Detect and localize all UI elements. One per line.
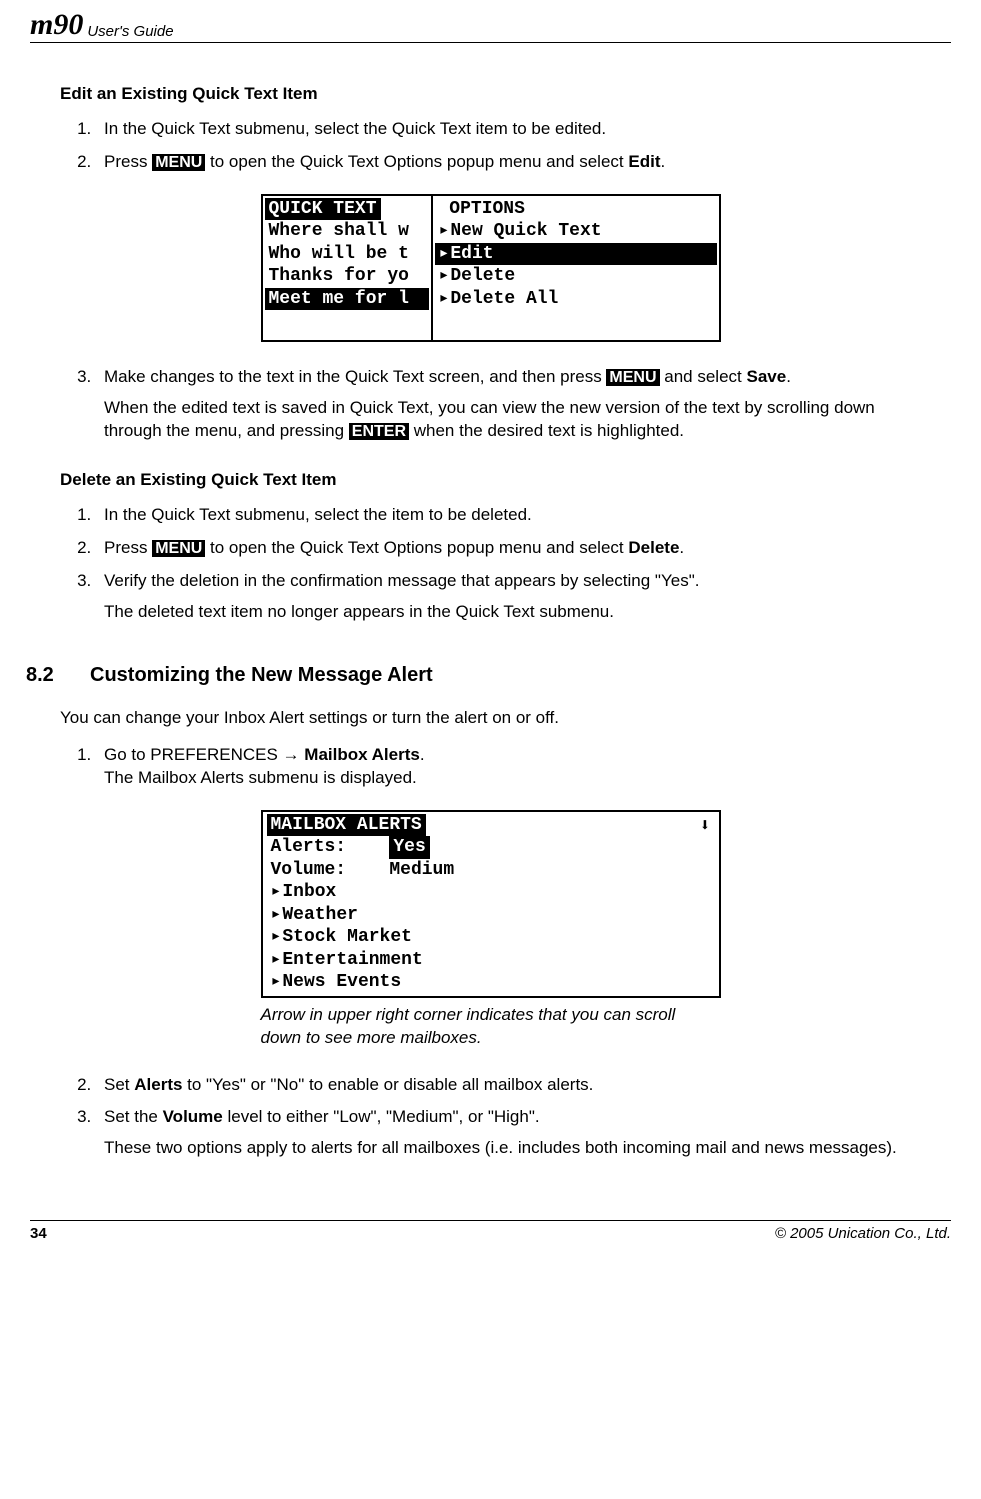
- list-item: Thanks for yo: [265, 265, 429, 288]
- section-title: Customizing the New Message Alert: [90, 662, 433, 689]
- step-text: to open the Quick Text Options popup men…: [205, 538, 628, 557]
- delete-steps-list: In the Quick Text submenu, select the it…: [60, 504, 921, 624]
- section-8-2-heading: 8.2 Customizing the New Message Alert: [26, 662, 921, 689]
- step-paragraph: These two options apply to alerts for al…: [104, 1137, 921, 1160]
- menu-key: MENU: [606, 369, 659, 386]
- scroll-down-icon: ⬇: [700, 816, 711, 839]
- step-text: Verify the deletion in the confirmation …: [104, 571, 699, 590]
- enter-key: ENTER: [349, 423, 409, 440]
- mailbox-inbox: Inbox: [267, 881, 715, 904]
- alerts-value: Yes: [389, 836, 429, 859]
- edit-step-2: Press MENU to open the Quick Text Option…: [96, 151, 921, 174]
- guide-title: User's Guide: [87, 23, 173, 40]
- step-paragraph: When the edited text is saved in Quick T…: [104, 397, 921, 443]
- alert-step-3: Set the Volume level to either "Low", "M…: [96, 1106, 921, 1160]
- step-text: .: [679, 538, 684, 557]
- step-paragraph: The deleted text item no longer appears …: [104, 601, 921, 624]
- delete-step-3: Verify the deletion in the confirmation …: [96, 570, 921, 624]
- step-text: Go to PREFERENCES →: [104, 745, 304, 764]
- step-text: and select: [660, 367, 747, 386]
- header-bar: m90 User's Guide: [30, 10, 951, 43]
- option-edit-selected: Edit: [435, 243, 717, 266]
- edit-step-3: Make changes to the text in the Quick Te…: [96, 366, 921, 443]
- quick-text-panel: QUICK TEXT Where shall w Who will be t T…: [263, 196, 433, 341]
- step-text: level to either "Low", "Medium", or "Hig…: [223, 1107, 540, 1126]
- menu-key: MENU: [152, 154, 205, 171]
- step-text: .: [786, 367, 791, 386]
- panel-title: OPTIONS: [435, 198, 717, 221]
- mailbox-weather: Weather: [267, 904, 715, 927]
- menu-key: MENU: [152, 540, 205, 557]
- step-text: .: [420, 745, 425, 764]
- mailbox-stock-market: Stock Market: [267, 926, 715, 949]
- copyright-text: © 2005 Unication Co., Ltd.: [775, 1225, 951, 1242]
- edit-section-title: Edit an Existing Quick Text Item: [60, 83, 921, 106]
- step-text: In the Quick Text submenu, select the it…: [104, 505, 532, 524]
- volume-value: Medium: [389, 860, 454, 880]
- volume-label: Volume:: [271, 860, 347, 880]
- panel-title: MAILBOX ALERTS: [267, 814, 426, 837]
- step-text: when the desired text is highlighted.: [409, 421, 684, 440]
- bold-word: Save: [746, 367, 786, 386]
- mailbox-entertainment: Entertainment: [267, 949, 715, 972]
- delete-step-1: In the Quick Text submenu, select the it…: [96, 504, 921, 527]
- edit-steps-list-cont: Make changes to the text in the Quick Te…: [60, 366, 921, 443]
- page-footer: 34 © 2005 Unication Co., Ltd.: [30, 1220, 951, 1242]
- alerts-row: Alerts: Yes: [267, 836, 715, 859]
- step-text: Press: [104, 538, 152, 557]
- option-new-quick-text: New Quick Text: [435, 220, 717, 243]
- alert-steps-list-cont: Set Alerts to "Yes" or "No" to enable or…: [60, 1074, 921, 1161]
- screen-caption: Arrow in upper right corner indicates th…: [261, 1004, 721, 1050]
- mailbox-news-events: News Events: [267, 971, 715, 994]
- bold-word: Delete: [628, 538, 679, 557]
- bold-word: Volume: [163, 1107, 223, 1126]
- step-text: Set: [104, 1075, 134, 1094]
- product-logo: m90: [30, 10, 83, 40]
- alert-step-2: Set Alerts to "Yes" or "No" to enable or…: [96, 1074, 921, 1097]
- delete-section-title: Delete an Existing Quick Text Item: [60, 469, 921, 492]
- option-delete: Delete: [435, 265, 717, 288]
- list-item-selected: Meet me for l: [265, 288, 429, 311]
- section-intro: You can change your Inbox Alert settings…: [60, 707, 921, 730]
- option-delete-all: Delete All: [435, 288, 717, 311]
- options-panel: OPTIONS New Quick Text Edit Delete Delet…: [433, 196, 719, 341]
- bold-word: Mailbox Alerts: [304, 745, 420, 764]
- alert-steps-list: Go to PREFERENCES → Mailbox Alerts. The …: [60, 744, 921, 790]
- step-text: to open the Quick Text Options popup men…: [205, 152, 628, 171]
- list-item: Where shall w: [265, 220, 429, 243]
- step-text: Make changes to the text in the Quick Te…: [104, 367, 606, 386]
- list-item: Who will be t: [265, 243, 429, 266]
- page-number: 34: [30, 1225, 47, 1242]
- edit-steps-list: In the Quick Text submenu, select the Qu…: [60, 118, 921, 174]
- step-text: The Mailbox Alerts submenu is displayed.: [104, 768, 417, 787]
- step-text: to "Yes" or "No" to enable or disable al…: [182, 1075, 593, 1094]
- delete-step-2: Press MENU to open the Quick Text Option…: [96, 537, 921, 560]
- bold-word: Edit: [628, 152, 660, 171]
- alerts-label: Alerts:: [271, 837, 347, 857]
- quick-text-options-screen: QUICK TEXT Where shall w Who will be t T…: [261, 194, 721, 343]
- mailbox-alerts-screen: ⬇ MAILBOX ALERTS Alerts: Yes Volume: Med…: [261, 810, 721, 998]
- step-text: .: [660, 152, 665, 171]
- section-number: 8.2: [26, 662, 66, 689]
- step-text: In the Quick Text submenu, select the Qu…: [104, 119, 606, 138]
- volume-row: Volume: Medium: [267, 859, 715, 882]
- panel-title: QUICK TEXT: [265, 198, 381, 221]
- bold-word: Alerts: [134, 1075, 182, 1094]
- edit-step-1: In the Quick Text submenu, select the Qu…: [96, 118, 921, 141]
- step-text: Press: [104, 152, 152, 171]
- step-text: Set the: [104, 1107, 163, 1126]
- alert-step-1: Go to PREFERENCES → Mailbox Alerts. The …: [96, 744, 921, 790]
